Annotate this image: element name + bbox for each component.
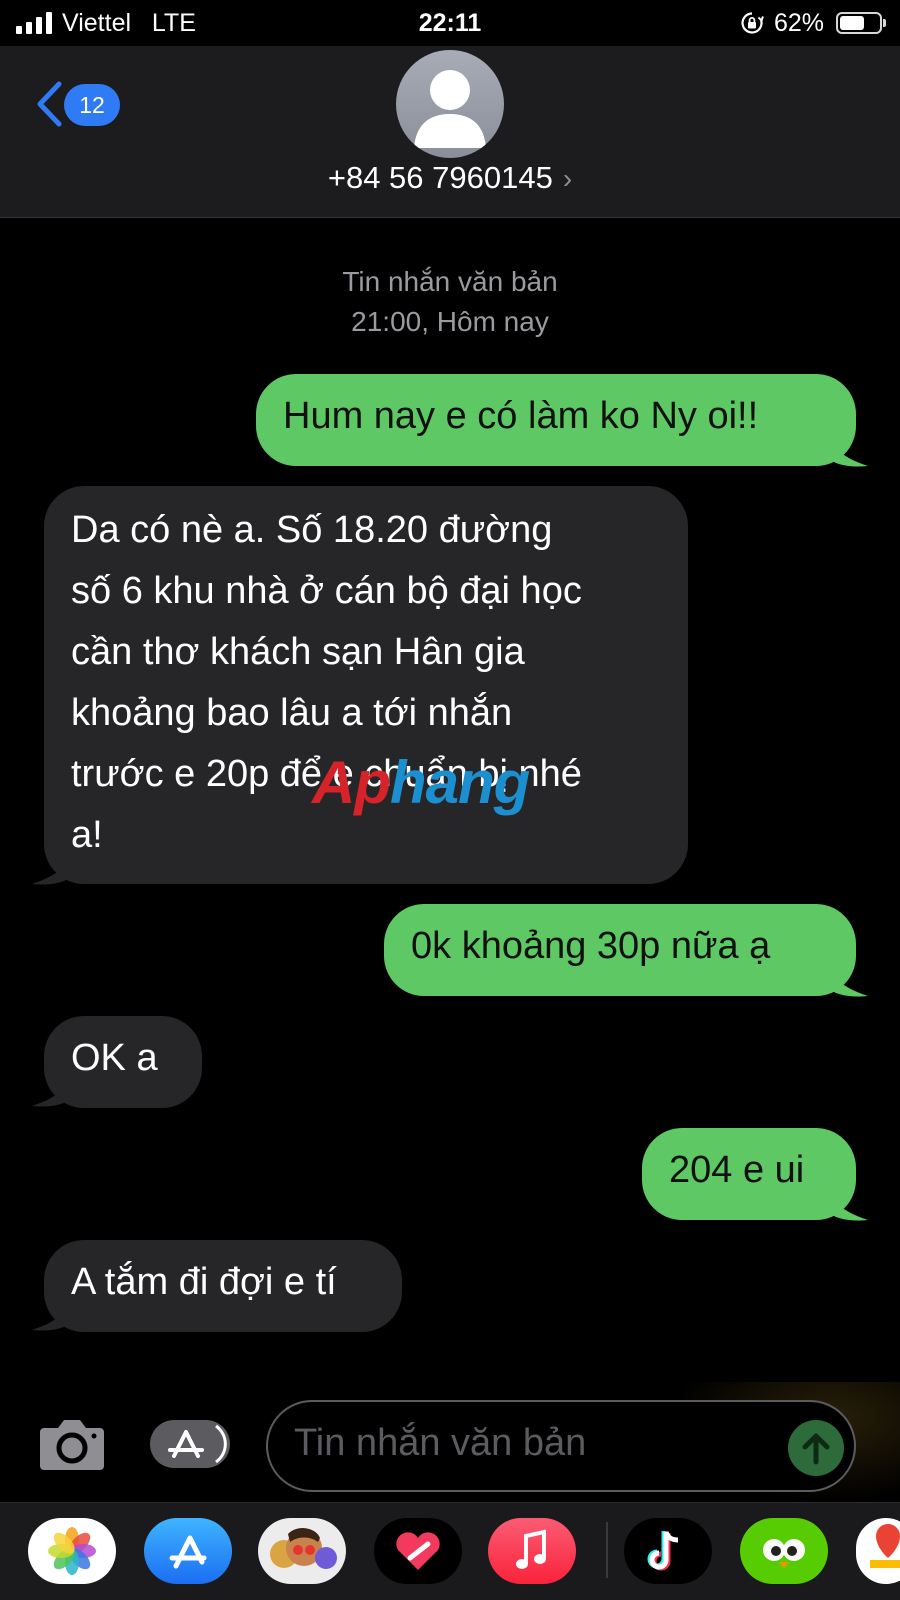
battery-nub	[883, 19, 886, 27]
contact-name[interactable]: +84 56 7960145 ›	[0, 160, 900, 196]
message-bubble-sent[interactable]: 0k khoảng 30p nữa ạ	[384, 904, 856, 996]
watermark-logo: Aphang	[312, 749, 530, 816]
message-text: 0k khoảng 30p nữa ạ	[411, 925, 771, 967]
music-app-icon[interactable]	[488, 1518, 576, 1584]
message-bubble-sent[interactable]: 204 e ui	[642, 1128, 856, 1220]
camera-icon[interactable]	[38, 1414, 106, 1472]
message-line: khoảng bao lâu a tới nhắn	[71, 692, 513, 734]
send-button[interactable]	[788, 1420, 844, 1476]
message-bubble-received[interactable]: OK a	[44, 1016, 202, 1108]
app-store-button[interactable]	[150, 1420, 230, 1468]
app-store-icon	[168, 1424, 227, 1464]
detail-chevron-icon: ›	[562, 163, 573, 194]
app-store-app-icon[interactable]	[144, 1518, 232, 1584]
message-line: Da có nè a. Số 18.20 đường	[71, 509, 553, 551]
message-bubble-sent[interactable]: Hum nay e có làm ko Ny oi!!	[256, 374, 856, 466]
message-bubble-received[interactable]: Da có nè a. Số 18.20 đường số 6 khu nhà …	[44, 486, 688, 884]
message-line: số 6 khu nhà ở cán bộ đại học	[71, 570, 582, 612]
back-chevron-icon[interactable]	[34, 80, 64, 128]
status-bar: Viettel LTE 22:11 62%	[0, 0, 900, 46]
contact-avatar[interactable]	[396, 50, 504, 158]
digital-touch-app-icon[interactable]	[374, 1518, 462, 1584]
message-text: 204 e ui	[669, 1149, 805, 1191]
orientation-lock-icon	[741, 12, 764, 34]
message-input-placeholder: Tin nhắn văn bản	[294, 1422, 587, 1464]
drawer-divider	[606, 1522, 608, 1578]
message-type-label: Tin nhắn văn bản	[342, 266, 558, 297]
tiktok-app-icon[interactable]	[624, 1518, 712, 1584]
message-timestamp: 21:00, Hôm nay	[351, 306, 549, 337]
clock: 22:11	[418, 9, 482, 37]
message-text: Hum nay e có làm ko Ny oi!!	[283, 395, 759, 437]
message-line: cần thơ khách sạn Hân gia	[71, 631, 525, 673]
unread-count-badge[interactable]: 12	[64, 84, 120, 126]
message-text: A tắm đi đợi e tí	[71, 1261, 337, 1303]
message-bubble-received[interactable]: A tắm đi đợi e tí	[44, 1240, 402, 1332]
memoji-app-icon[interactable]	[258, 1518, 346, 1584]
photos-app-icon[interactable]	[28, 1518, 116, 1584]
duolingo-app-icon[interactable]	[740, 1518, 828, 1584]
person-silhouette-icon	[414, 70, 486, 148]
message-text: OK a	[71, 1037, 158, 1079]
battery-percentage: 62%	[774, 9, 825, 37]
battery-icon	[836, 12, 882, 34]
battery-level	[840, 16, 864, 30]
arrow-up-icon	[802, 1433, 830, 1465]
contact-number[interactable]: +84 56 7960145	[328, 160, 553, 195]
